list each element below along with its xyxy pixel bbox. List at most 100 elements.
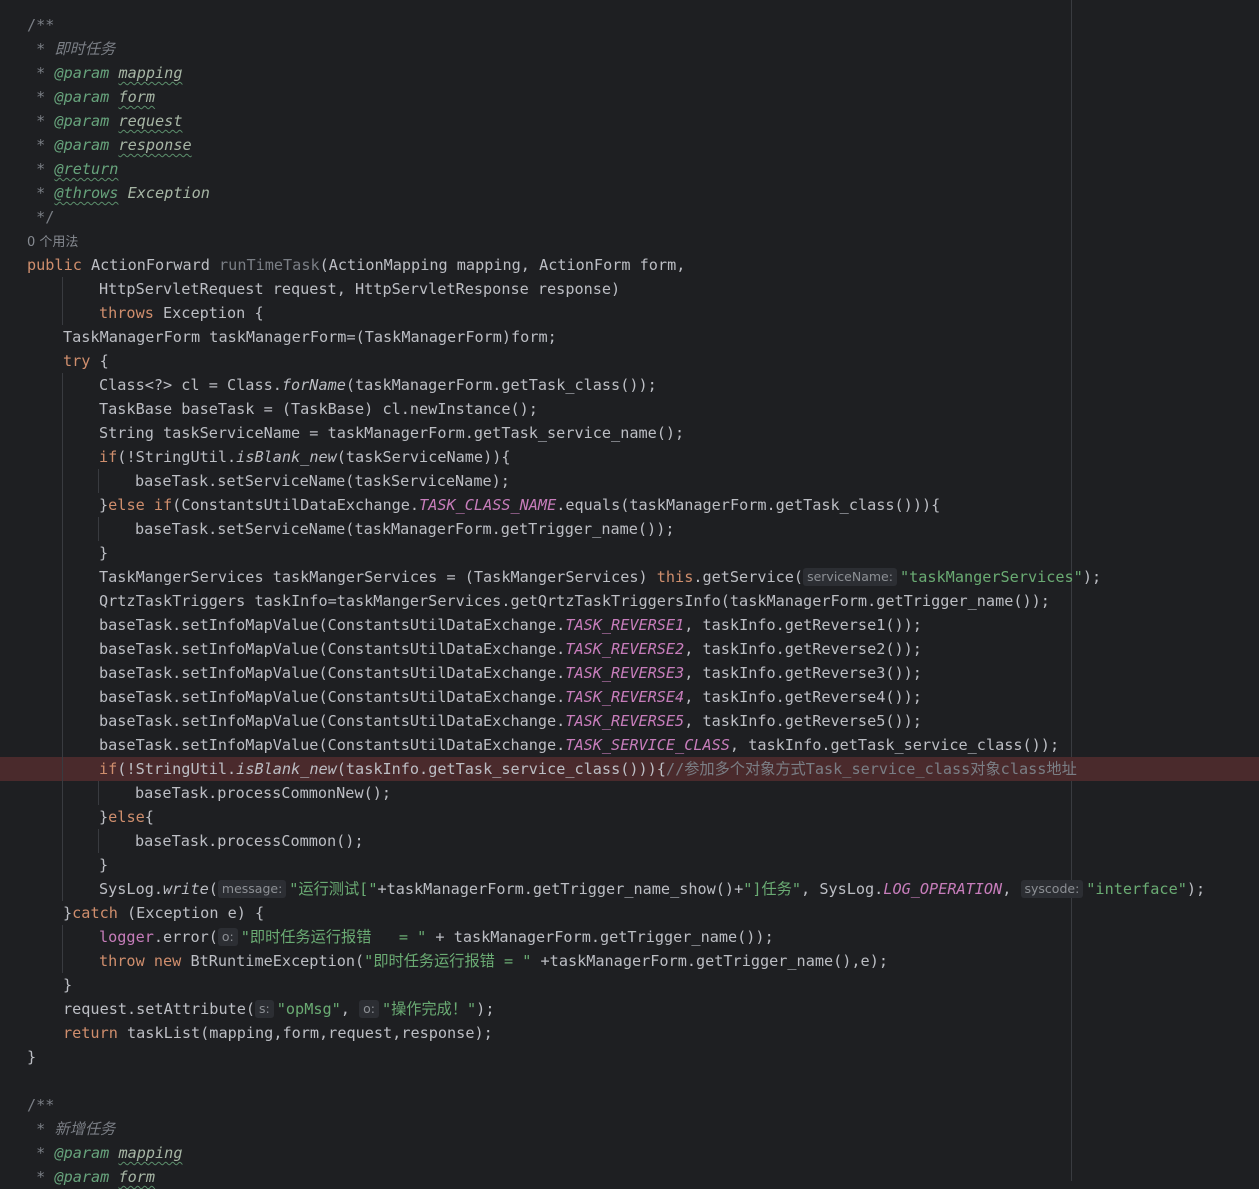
- code-token: "taskMangerServices": [899, 568, 1083, 586]
- code-line[interactable]: * 新增任务: [0, 1117, 1259, 1141]
- code-line[interactable]: * @param mapping: [0, 1141, 1259, 1165]
- parameter-hint: o:: [359, 1000, 379, 1018]
- indent-guide: [62, 565, 63, 589]
- indent-guide: [62, 949, 63, 973]
- indent-guide: [62, 637, 63, 661]
- code-line[interactable]: baseTask.setInfoMapValue(ConstantsUtilDa…: [0, 661, 1259, 685]
- indent-guide: [62, 445, 63, 469]
- code-token: .getService(: [693, 568, 804, 586]
- code-line[interactable]: baseTask.setInfoMapValue(ConstantsUtilDa…: [0, 709, 1259, 733]
- indent-guide: [62, 733, 63, 757]
- code-editor[interactable]: /** * 即时任务 * @param mapping * @param for…: [0, 0, 1259, 1186]
- code-token: , taskInfo.getReverse1());: [684, 616, 922, 634]
- code-line[interactable]: TaskMangerServices taskMangerServices = …: [0, 565, 1259, 589]
- code-line[interactable]: baseTask.setInfoMapValue(ConstantsUtilDa…: [0, 733, 1259, 757]
- code-token: TaskBase baseTask = (TaskBase) cl.newIns…: [99, 400, 538, 418]
- code-token: TASK_SERVICE_CLASS: [565, 736, 730, 754]
- code-text: baseTask.setServiceName(taskServiceName)…: [135, 469, 510, 493]
- code-token: "操作完成！": [381, 1000, 477, 1018]
- code-token: TASK_REVERSE1: [565, 616, 685, 634]
- code-line[interactable]: QrtzTaskTriggers taskInfo=taskMangerServ…: [0, 589, 1259, 613]
- code-line[interactable]: baseTask.setInfoMapValue(ConstantsUtilDa…: [0, 637, 1259, 661]
- code-line[interactable]: baseTask.processCommonNew();: [0, 781, 1259, 805]
- code-token: }: [99, 544, 109, 562]
- code-line[interactable]: * @param form: [0, 1165, 1259, 1189]
- code-line[interactable]: }: [0, 541, 1259, 565]
- code-line[interactable]: * @param request: [0, 109, 1259, 133]
- code-token: TASK_REVERSE3: [565, 664, 685, 682]
- code-line[interactable]: baseTask.setServiceName(taskServiceName)…: [0, 469, 1259, 493]
- code-text: logger.error(o: "即时任务运行报错 = " + taskManag…: [99, 925, 774, 949]
- code-text: baseTask.setInfoMapValue(ConstantsUtilDa…: [99, 709, 922, 733]
- code-token: @param: [54, 1168, 110, 1186]
- code-line[interactable]: }else{: [0, 805, 1259, 829]
- code-text: }: [63, 973, 72, 997]
- code-line[interactable]: baseTask.setInfoMapValue(ConstantsUtilDa…: [0, 685, 1259, 709]
- code-line[interactable]: baseTask.setServiceName(taskManagerForm.…: [0, 517, 1259, 541]
- code-line[interactable]: */: [0, 205, 1259, 229]
- code-token: throws: [99, 304, 164, 322]
- code-text: baseTask.setInfoMapValue(ConstantsUtilDa…: [99, 661, 922, 685]
- code-line[interactable]: }: [0, 1045, 1259, 1069]
- code-token: @param: [54, 112, 110, 130]
- code-line[interactable]: * @return: [0, 157, 1259, 181]
- code-line[interactable]: HttpServletRequest request, HttpServletR…: [0, 277, 1259, 301]
- code-line-highlighted[interactable]: if(!StringUtil.isBlank_new(taskInfo.getT…: [0, 757, 1259, 781]
- code-text: * @param response: [27, 133, 191, 157]
- code-text: baseTask.setInfoMapValue(ConstantsUtilDa…: [99, 733, 1059, 757]
- code-line[interactable]: }else if(ConstantsUtilDataExchange.TASK_…: [0, 493, 1259, 517]
- code-line[interactable]: try {: [0, 349, 1259, 373]
- code-token: }: [99, 808, 109, 826]
- code-line[interactable]: }: [0, 853, 1259, 877]
- code-text: if(!StringUtil.isBlank_new(taskServiceNa…: [99, 445, 511, 469]
- code-token: public: [27, 256, 92, 274]
- code-token: , taskInfo.getReverse2());: [684, 640, 922, 658]
- code-line[interactable]: 0 个用法: [0, 229, 1259, 253]
- code-line[interactable]: SysLog.write(message: "运行测试["+taskManager…: [0, 877, 1259, 901]
- code-token: *: [27, 184, 55, 202]
- code-token: *: [27, 112, 55, 130]
- code-line[interactable]: throws Exception {: [0, 301, 1259, 325]
- code-line[interactable]: TaskBase baseTask = (TaskBase) cl.newIns…: [0, 397, 1259, 421]
- code-token: forName: [281, 376, 346, 394]
- code-line[interactable]: [0, 1069, 1259, 1093]
- indent-guide: [98, 469, 99, 493]
- code-line[interactable]: logger.error(o: "即时任务运行报错 = " + taskManag…: [0, 925, 1259, 949]
- code-text: Class<?> cl = Class.forName(taskManagerF…: [99, 373, 657, 397]
- code-line[interactable]: * 即时任务: [0, 37, 1259, 61]
- indent-guide: [62, 925, 63, 949]
- code-line[interactable]: }catch (Exception e) {: [0, 901, 1259, 925]
- code-token: *: [27, 88, 55, 106]
- code-line[interactable]: * @param response: [0, 133, 1259, 157]
- code-token: TaskMangerServices taskMangerServices = …: [99, 568, 657, 586]
- parameter-hint: serviceName:: [803, 568, 897, 586]
- parameter-hint: o:: [217, 928, 238, 946]
- code-line[interactable]: * @param mapping: [0, 61, 1259, 85]
- indent-guide: [62, 277, 63, 301]
- code-line[interactable]: * @param form: [0, 85, 1259, 109]
- code-token: BtRuntimeException(: [190, 952, 365, 970]
- code-line[interactable]: }: [0, 973, 1259, 997]
- code-line[interactable]: request.setAttribute(s: "opMsg", o: "操作完成！…: [0, 997, 1259, 1021]
- code-line[interactable]: Class<?> cl = Class.forName(taskManagerF…: [0, 373, 1259, 397]
- code-text: String taskServiceName = taskManagerForm…: [99, 421, 684, 445]
- code-line[interactable]: return taskList(mapping,form,request,res…: [0, 1021, 1259, 1045]
- code-line[interactable]: baseTask.processCommon();: [0, 829, 1259, 853]
- code-text: TaskBase baseTask = (TaskBase) cl.newIns…: [99, 397, 538, 421]
- code-line[interactable]: public ActionForward runTimeTask(ActionM…: [0, 253, 1259, 277]
- code-text: HttpServletRequest request, HttpServletR…: [99, 277, 620, 301]
- code-token: "运行测试[": [289, 880, 378, 898]
- code-line[interactable]: throw new BtRuntimeException("即时任务运行报错 =…: [0, 949, 1259, 973]
- code-line[interactable]: /**: [0, 13, 1259, 37]
- code-token: baseTask.setInfoMapValue(ConstantsUtilDa…: [99, 712, 566, 730]
- code-text: public ActionForward runTimeTask(ActionM…: [27, 253, 685, 277]
- code-line[interactable]: baseTask.setInfoMapValue(ConstantsUtilDa…: [0, 613, 1259, 637]
- code-line[interactable]: TaskManagerForm taskManagerForm=(TaskMan…: [0, 325, 1259, 349]
- code-line[interactable]: String taskServiceName = taskManagerForm…: [0, 421, 1259, 445]
- code-token: request.setAttribute(: [63, 1000, 256, 1018]
- code-line[interactable]: if(!StringUtil.isBlank_new(taskServiceNa…: [0, 445, 1259, 469]
- code-token: TASK_REVERSE5: [565, 712, 685, 730]
- code-line[interactable]: * @throws Exception: [0, 181, 1259, 205]
- code-line[interactable]: /**: [0, 1093, 1259, 1117]
- indent-guide: [98, 781, 99, 805]
